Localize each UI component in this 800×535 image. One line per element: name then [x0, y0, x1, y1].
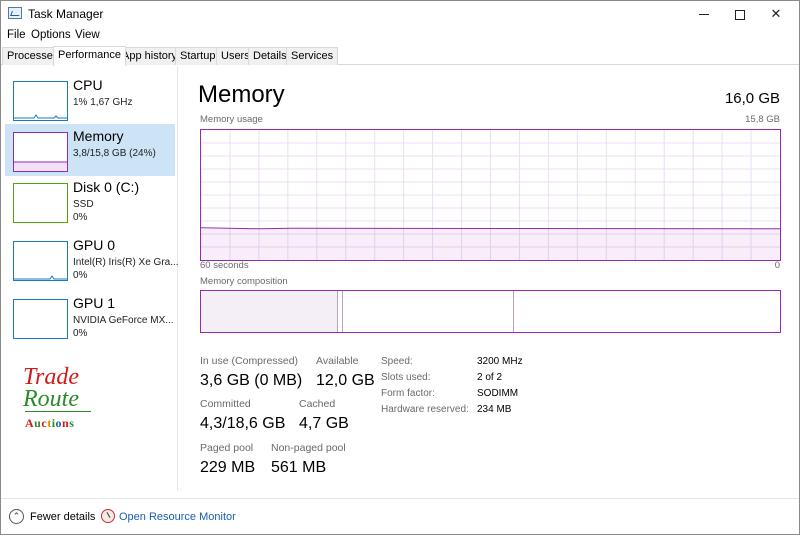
cached-value: 4,7 GB: [299, 415, 349, 432]
sidebar-item-memory[interactable]: Memory 3,8/15,8 GB (24%): [5, 124, 175, 176]
in-use-value: 3,6 GB (0 MB): [200, 372, 303, 389]
paged-pool-label: Paged pool: [200, 442, 254, 454]
cpu-mini-graph: [14, 114, 67, 119]
non-paged-pool-value: 561 MB: [271, 459, 327, 476]
available-label: Available: [316, 355, 359, 367]
tab-strip: Processes Performance App history Startu…: [1, 46, 799, 66]
menu-file[interactable]: File: [7, 29, 26, 41]
memory-usage-max: 15,8 GB: [745, 114, 780, 125]
task-manager-window: Task Manager ✕ File Options View Process…: [0, 0, 800, 535]
hardware-reserved-value: 234 MB: [477, 404, 512, 415]
available-value: 12,0 GB: [316, 372, 375, 389]
in-use-label: In use (Compressed): [200, 355, 299, 367]
memory-mini-graph: [14, 161, 67, 171]
memory-total: 16,0 GB: [724, 90, 780, 107]
gpu1-title: GPU 1: [73, 295, 116, 311]
trade-route-auctions-logo: Trade Route Auctions: [23, 364, 103, 434]
time-axis-left-label: 60 seconds: [200, 260, 249, 271]
paged-pool-value: 229 MB: [200, 459, 256, 476]
composition-standby-segment: [343, 291, 514, 332]
memory-usage-chart: [201, 130, 780, 260]
cpu-usage: 1% 1,67 GHz: [73, 97, 133, 108]
cpu-thumbnail: [13, 81, 68, 121]
resource-monitor-icon[interactable]: [101, 509, 115, 523]
gpu1-name: NVIDIA GeForce MX...: [73, 315, 174, 326]
slots-used-label: Slots used:: [381, 372, 431, 383]
maximize-icon: [735, 9, 745, 20]
committed-value: 4,3/18,6 GB: [200, 415, 286, 432]
memory-title: Memory: [73, 128, 124, 144]
open-resource-monitor-link[interactable]: Open Resource Monitor: [119, 511, 236, 523]
logo-word-route: Route: [23, 386, 79, 412]
window-title: Task Manager: [28, 7, 104, 21]
gpu0-thumbnail: [13, 241, 68, 281]
speed-label: Speed:: [381, 356, 413, 367]
disk-usage: 0%: [73, 212, 88, 223]
resource-sidebar: CPU 1% 1,67 GHz Memory 3,8/15,8 GB (24%)…: [1, 66, 179, 491]
cached-label: Cached: [299, 398, 336, 410]
sidebar-item-cpu[interactable]: CPU 1% 1,67 GHz: [5, 73, 175, 125]
non-paged-pool-label: Non-paged pool: [271, 442, 346, 454]
disk-thumbnail: [13, 183, 68, 223]
memory-thumbnail: [13, 132, 68, 172]
logo-word-auctions: Auctions: [25, 416, 75, 430]
tab-services[interactable]: Services: [286, 47, 339, 65]
page-title: Memory: [198, 81, 285, 108]
tab-performance[interactable]: Performance: [53, 46, 126, 66]
footer-bar: ⌃ Fewer details Open Resource Monitor: [1, 498, 799, 534]
disk-type: SSD: [73, 199, 94, 210]
gpu0-name: Intel(R) Iris(R) Xe Gra...: [73, 257, 179, 268]
memory-composition-label: Memory composition: [200, 276, 288, 287]
minimize-icon: [699, 14, 709, 16]
form-factor-value: SODIMM: [477, 388, 519, 399]
memory-usage-label: Memory usage: [200, 114, 263, 125]
title-bar[interactable]: Task Manager ✕: [1, 1, 799, 26]
gpu0-mini-graph: [14, 275, 67, 280]
chevron-up-icon[interactable]: ⌃: [9, 509, 24, 524]
sidebar-item-disk0[interactable]: Disk 0 (C:) SSD 0%: [5, 175, 175, 227]
composition-in-use-segment: [201, 291, 338, 332]
time-axis-right-label: 0: [774, 260, 780, 271]
committed-label: Committed: [200, 398, 251, 410]
close-icon: ✕: [770, 6, 782, 21]
hardware-reserved-label: Hardware reserved:: [381, 404, 469, 415]
fewer-details-button[interactable]: Fewer details: [30, 511, 95, 523]
gpu0-title: GPU 0: [73, 237, 116, 253]
logo-underline: [25, 411, 91, 412]
disk-title: Disk 0 (C:): [73, 179, 140, 195]
gpu1-thumbnail: [13, 299, 68, 339]
memory-composition-bar: [200, 290, 781, 333]
cpu-title: CPU: [73, 77, 103, 93]
speed-value: 3200 MHz: [477, 356, 523, 367]
menu-bar: File Options View: [1, 27, 799, 45]
tab-app-history[interactable]: App history: [117, 47, 183, 65]
slots-used-value: 2 of 2: [477, 372, 503, 383]
memory-usage-graph: [200, 129, 781, 261]
close-button[interactable]: ✕: [753, 1, 799, 26]
sidebar-item-gpu0[interactable]: GPU 0 Intel(R) Iris(R) Xe Gra... 0%: [5, 233, 179, 285]
sidebar-item-gpu1[interactable]: GPU 1 NVIDIA GeForce MX... 0%: [5, 291, 175, 343]
memory-detail-panel: Memory 16,0 GB Memory usage 15,8 GB 60 s…: [179, 66, 799, 491]
menu-view[interactable]: View: [75, 29, 100, 41]
menu-options[interactable]: Options: [31, 29, 71, 41]
task-manager-icon: [8, 7, 22, 19]
gpu1-usage: 0%: [73, 328, 88, 339]
usage-area: [201, 228, 780, 260]
form-factor-label: Form factor:: [381, 388, 435, 399]
gpu0-usage: 0%: [73, 270, 88, 281]
memory-usage: 3,8/15,8 GB (24%): [73, 148, 156, 159]
tab-startup[interactable]: Startup: [175, 47, 221, 65]
